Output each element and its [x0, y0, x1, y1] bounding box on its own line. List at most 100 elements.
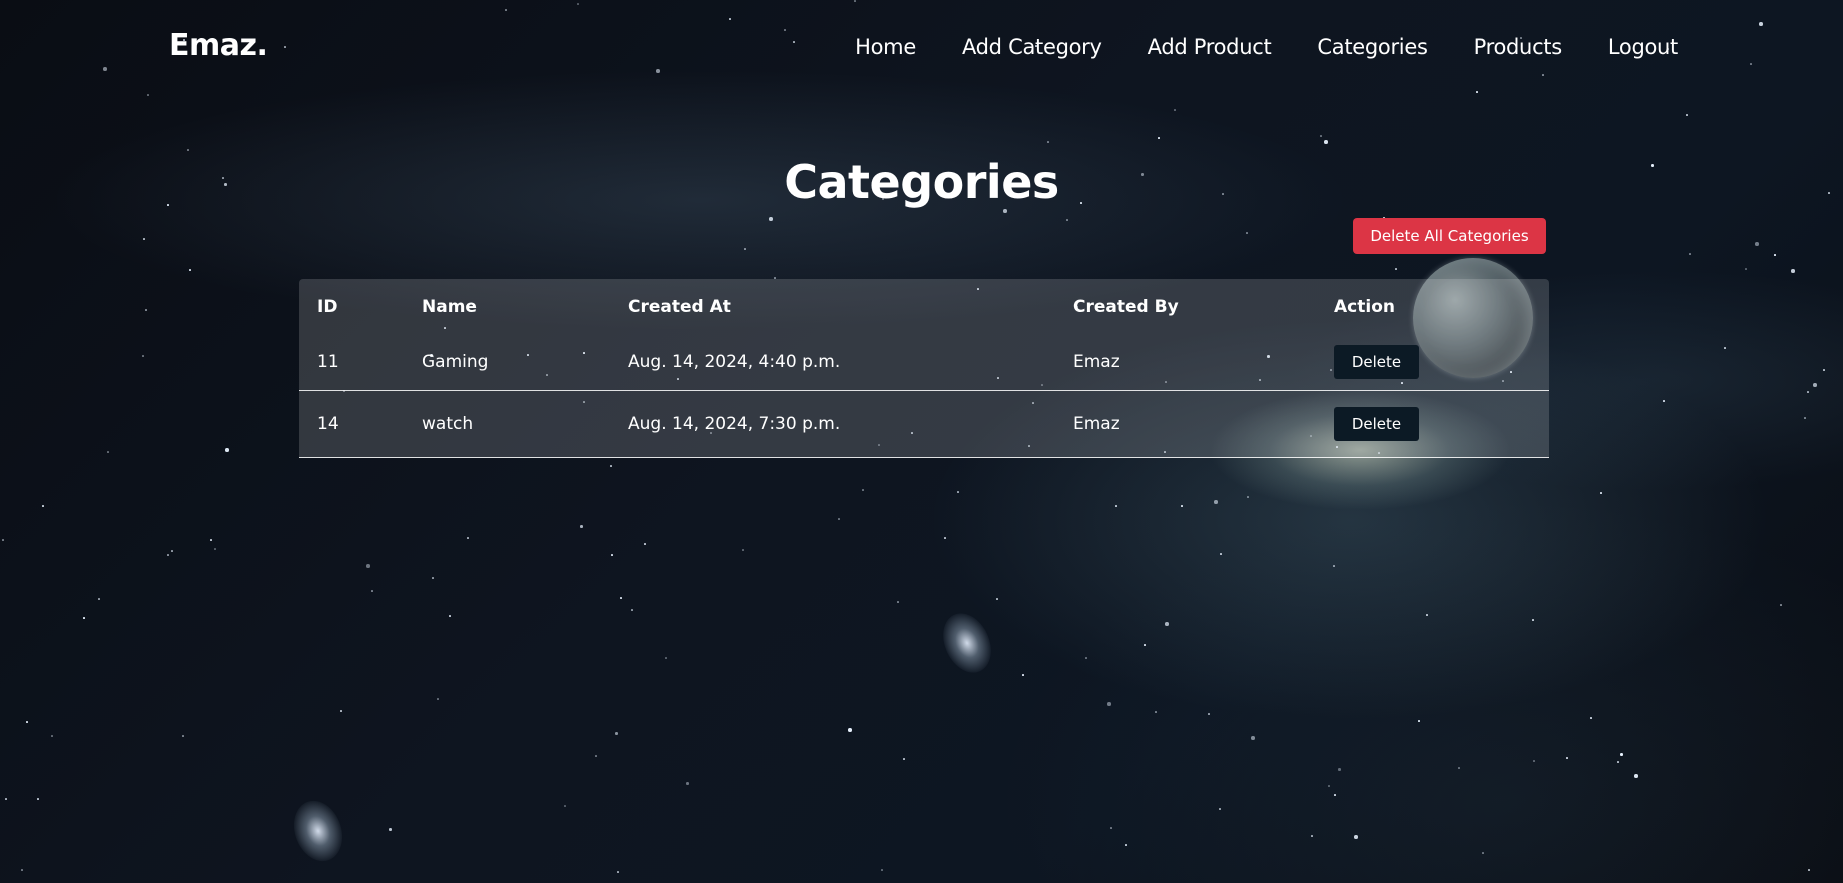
star-dot — [437, 698, 439, 700]
star-dot — [1125, 844, 1127, 846]
star-dot — [1003, 209, 1007, 213]
nav-link-add-category[interactable]: Add Category — [962, 35, 1102, 59]
star-dot — [1174, 109, 1176, 111]
star-dot — [1165, 622, 1169, 626]
delete-category-button[interactable]: Delete — [1334, 407, 1419, 441]
star-dot — [1338, 768, 1341, 771]
star-dot — [1566, 757, 1568, 759]
star-dot — [1617, 761, 1619, 763]
star-dot — [1780, 604, 1782, 606]
cell-name: watch — [404, 390, 610, 458]
star-dot — [1324, 140, 1328, 144]
star-dot — [182, 735, 184, 737]
star-dot — [615, 732, 618, 735]
delete-all-categories-button[interactable]: Delete All Categories — [1353, 218, 1546, 254]
column-header-name: Name — [422, 296, 477, 317]
star-dot — [580, 525, 583, 528]
star-dot — [1600, 492, 1602, 494]
cell-action: Delete — [1316, 334, 1549, 391]
star-dot — [225, 448, 229, 452]
star-dot — [1808, 869, 1810, 871]
star-dot — [1320, 135, 1322, 137]
column-header-id: ID — [317, 296, 338, 317]
delete-category-button[interactable]: Delete — [1334, 345, 1419, 379]
nav-link-categories[interactable]: Categories — [1317, 35, 1428, 59]
brand-logo[interactable]: Emaz. — [169, 28, 268, 63]
cell-created-at: Aug. 14, 2024, 4:40 p.m. — [610, 334, 1055, 391]
star-dot — [1791, 269, 1795, 273]
nav-link-home[interactable]: Home — [855, 35, 916, 59]
star-dot — [1590, 717, 1592, 719]
nav-link-products[interactable]: Products — [1474, 35, 1563, 59]
table-header-row: ID Name Created At Created By Action — [299, 279, 1549, 334]
star-dot — [1333, 565, 1335, 567]
star-dot — [644, 543, 646, 545]
star-dot — [1158, 137, 1160, 139]
star-dot — [1208, 713, 1210, 715]
star-dot — [1144, 644, 1146, 646]
star-dot — [1418, 720, 1420, 722]
star-dot — [1220, 553, 1222, 555]
star-dot — [1813, 383, 1817, 387]
star-dot — [881, 869, 883, 871]
star-dot — [1047, 141, 1049, 143]
star-dot — [1328, 785, 1330, 787]
star-dot — [996, 598, 998, 600]
star-dot — [21, 869, 23, 871]
star-dot — [449, 615, 451, 617]
nav-link-logout[interactable]: Logout — [1608, 35, 1678, 59]
star-dot — [1181, 505, 1183, 507]
star-dot — [26, 721, 28, 723]
cell-id: 14 — [299, 390, 404, 458]
cell-name: Gaming — [404, 334, 610, 391]
star-dot — [1686, 114, 1688, 116]
star-dot — [1620, 753, 1623, 756]
star-dot — [665, 657, 667, 659]
star-dot — [1246, 232, 1248, 234]
star-dot — [610, 465, 612, 467]
star-dot — [145, 309, 147, 311]
star-dot — [37, 798, 39, 800]
table-row: 14 watch Aug. 14, 2024, 7:30 p.m. Emaz D… — [299, 390, 1549, 458]
star-dot — [1085, 657, 1087, 659]
star-dot — [366, 564, 370, 568]
star-dot — [1804, 417, 1806, 419]
categories-table: ID Name Created At Created By Action 11 … — [299, 279, 1549, 458]
nav-links: Home Add Category Add Product Categories… — [855, 35, 1678, 59]
star-dot — [1214, 500, 1218, 504]
star-dot — [167, 554, 169, 556]
star-dot — [564, 805, 566, 807]
star-dot — [171, 550, 173, 552]
star-dot — [42, 505, 44, 507]
cell-created-by: Emaz — [1055, 334, 1316, 391]
star-dot — [848, 728, 852, 732]
star-dot — [744, 248, 746, 250]
star-dot — [1311, 835, 1313, 837]
star-dot — [389, 828, 392, 831]
star-dot — [187, 149, 189, 151]
star-dot — [1724, 347, 1726, 349]
star-dot — [214, 548, 216, 550]
nav-item-home: Home — [855, 35, 916, 59]
star-dot — [1774, 254, 1776, 256]
star-dot — [143, 238, 145, 240]
star-dot — [1533, 760, 1535, 762]
nav-link-add-product[interactable]: Add Product — [1148, 35, 1272, 59]
star-dot — [1482, 852, 1484, 854]
star-dot — [1247, 496, 1249, 498]
star-dot — [1251, 736, 1255, 740]
star-dot — [1755, 242, 1759, 246]
star-dot — [631, 609, 633, 611]
star-dot — [620, 597, 622, 599]
star-dot — [1426, 614, 1428, 616]
star-dot — [1110, 827, 1112, 829]
spiral-galaxy-image — [285, 794, 351, 868]
star-dot — [1115, 505, 1117, 507]
star-dot — [467, 537, 469, 539]
column-header-created-at: Created At — [628, 296, 731, 317]
star-dot — [1532, 619, 1534, 621]
star-dot — [1395, 268, 1397, 270]
page-title: Categories — [784, 155, 1059, 209]
nav-item-add-category: Add Category — [962, 35, 1102, 59]
star-dot — [1745, 268, 1747, 270]
